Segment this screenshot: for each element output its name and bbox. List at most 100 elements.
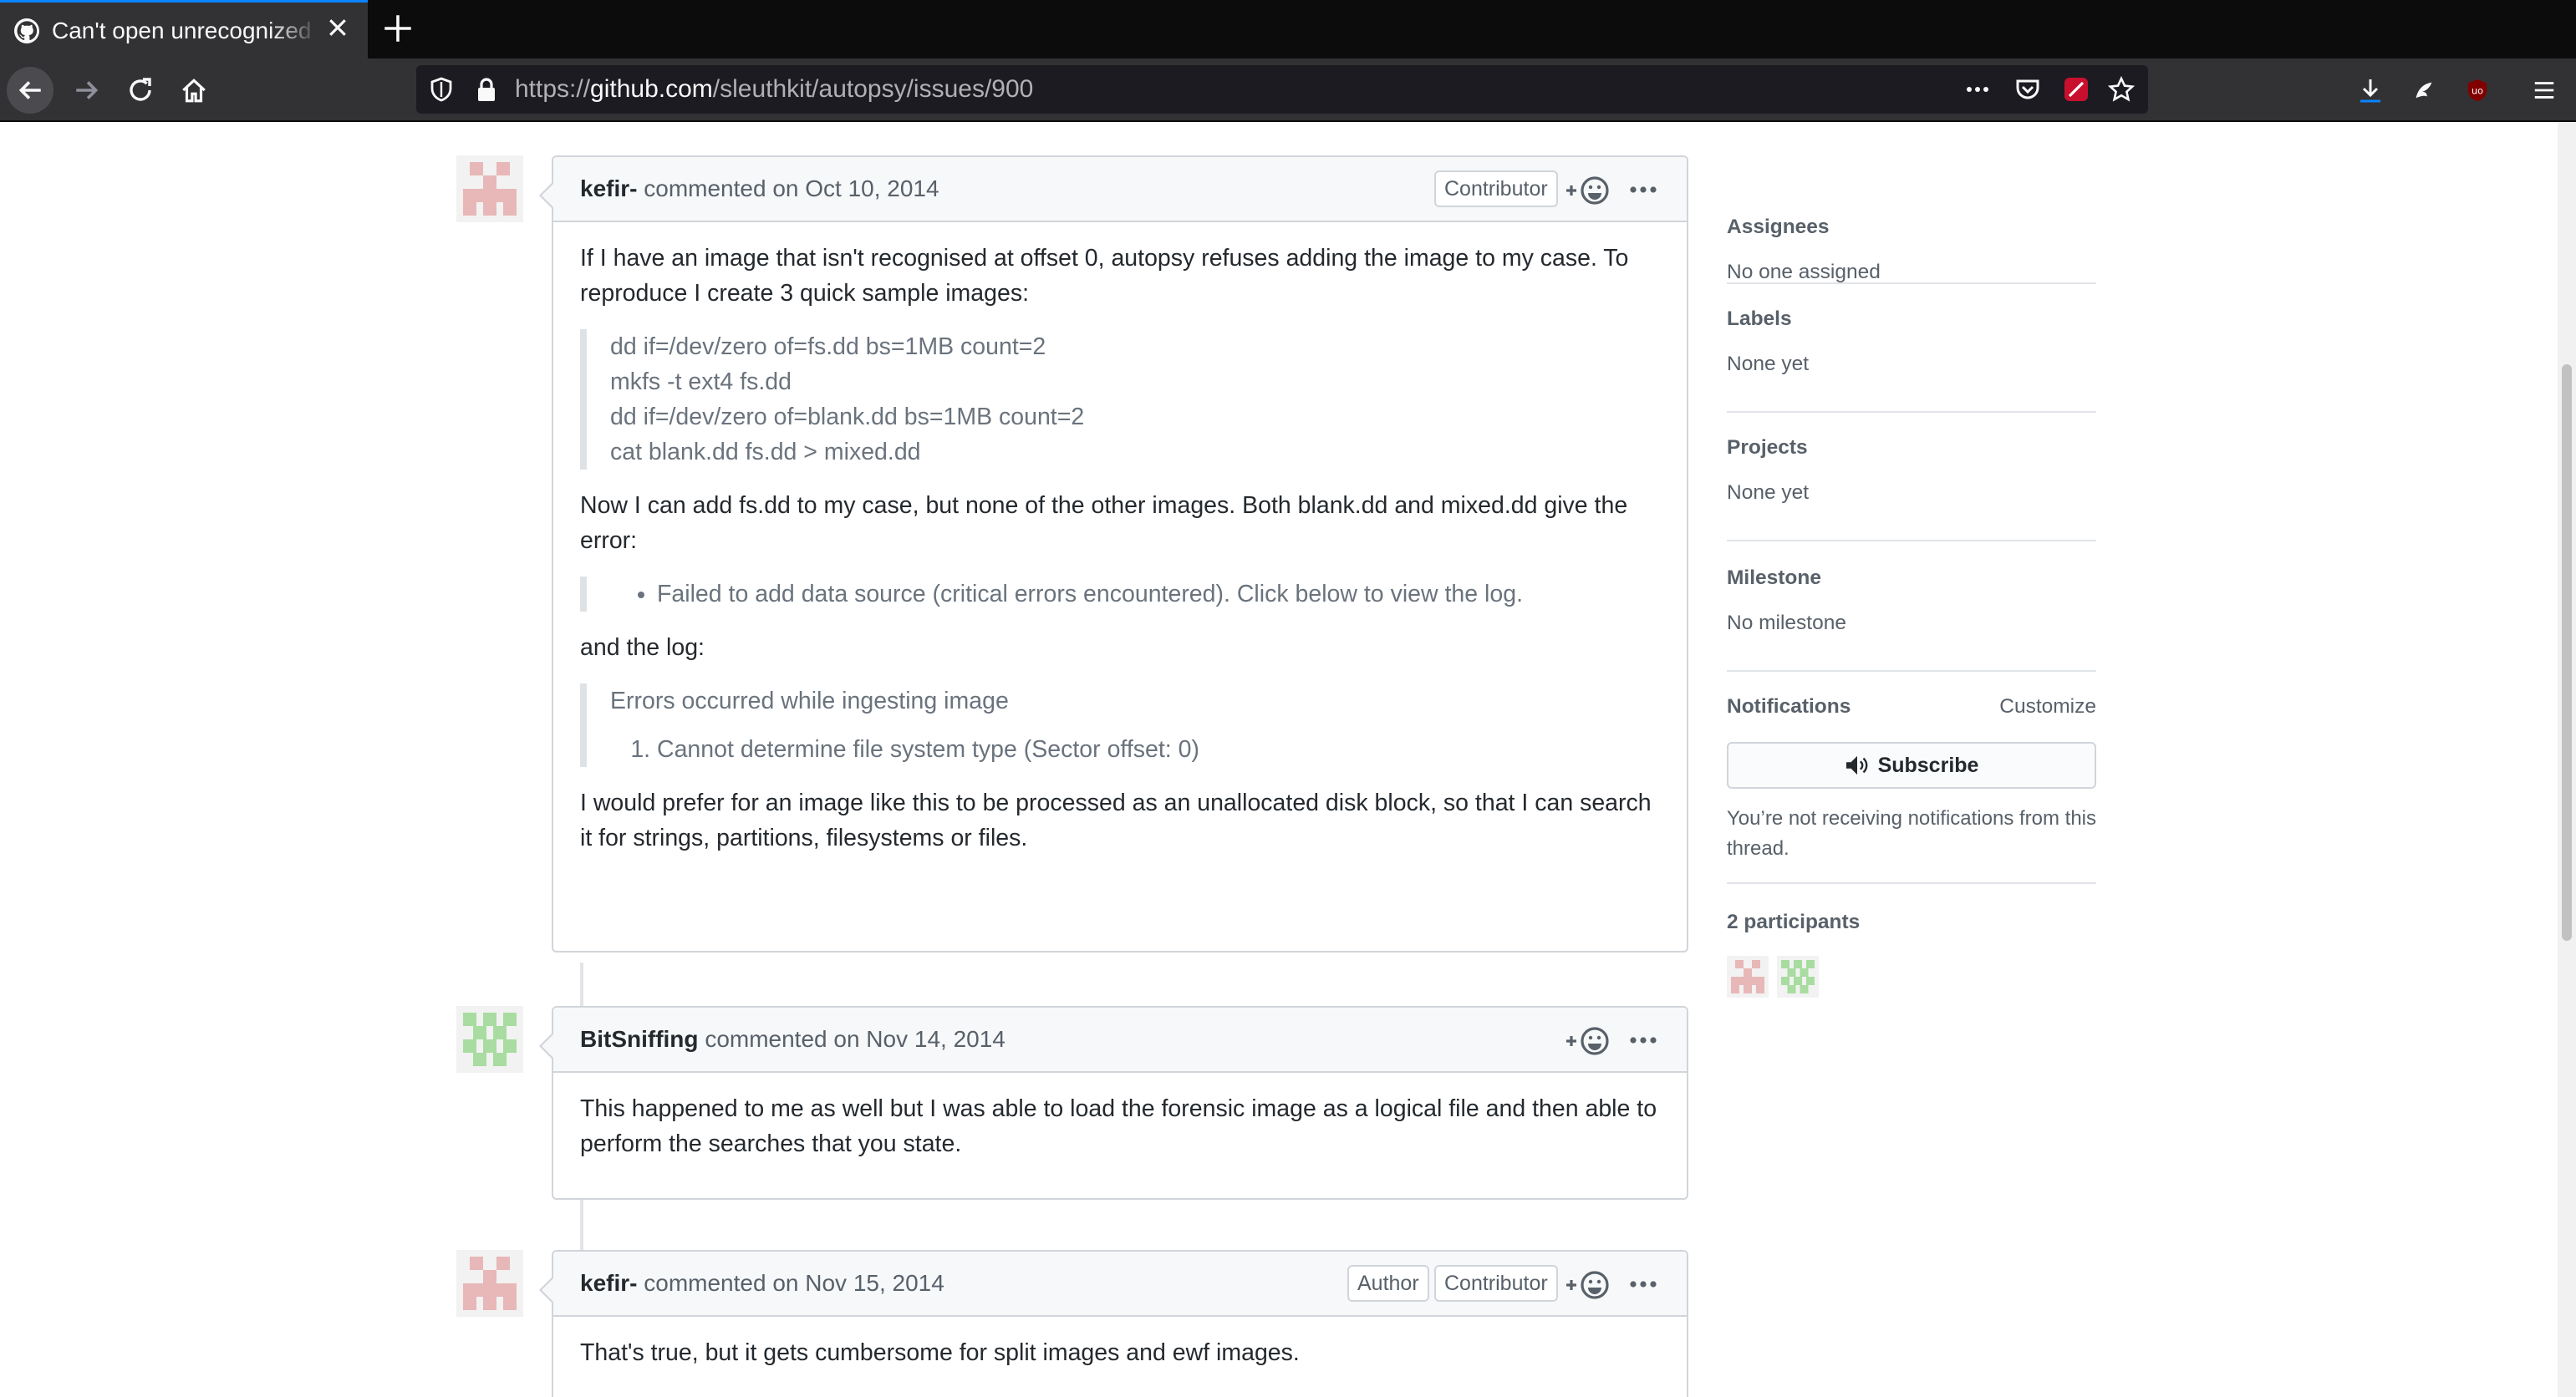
- participant-avatar[interactable]: [1727, 956, 1769, 998]
- avatar[interactable]: [456, 1006, 523, 1073]
- milestone-value: No milestone: [1727, 612, 1846, 634]
- new-tab-icon[interactable]: [383, 13, 413, 43]
- code-line: cat blank.dd fs.dd > mixed.dd: [610, 439, 921, 465]
- comment: kefir- commented on Nov 15, 2014 Author …: [539, 1250, 1688, 1397]
- add-reaction-icon[interactable]: [1565, 1268, 1611, 1302]
- milestone-section: Milestone No milestone: [1727, 540, 2096, 672]
- comment-timestamp[interactable]: commented on Nov 14, 2014: [705, 1026, 1005, 1052]
- reload-icon: [130, 78, 151, 101]
- code-quote: dd if=/dev/zero of=fs.dd bs=1MB count=2 …: [580, 329, 1660, 470]
- log-quote: Errors occurred while ingesting image Ca…: [580, 683, 1660, 767]
- scrollbar-thumb[interactable]: [2562, 364, 2572, 941]
- url-host: github.com: [590, 75, 713, 103]
- comment-body: That's true, but it gets cumbersome for …: [553, 1317, 1687, 1389]
- ublock-button[interactable]: uo: [2454, 67, 2501, 114]
- tab-strip: Can't open unrecognized disk images: [0, 0, 2576, 58]
- projects-value: None yet: [1727, 481, 1810, 504]
- comment-paragraph: and the log:: [580, 634, 705, 661]
- extension-button[interactable]: [2400, 67, 2447, 114]
- subscribe-label: Subscribe: [1877, 753, 1979, 777]
- participants-heading: 2 participants: [1727, 911, 1861, 933]
- comment-author-line: kefir- commented on Oct 10, 2014: [580, 175, 939, 202]
- url-text[interactable]: https://github.com/sleuthkit/autopsy/iss…: [515, 75, 1033, 104]
- author-badge: Author: [1347, 1265, 1429, 1302]
- code-line: mkfs -t ext4 fs.dd: [610, 368, 792, 395]
- comment-timestamp[interactable]: commented on Nov 15, 2014: [644, 1270, 944, 1296]
- browser-tab[interactable]: Can't open unrecognized disk images: [0, 0, 368, 58]
- navigation-toolbar: https://github.com/sleuthkit/autopsy/iss…: [0, 58, 2576, 122]
- subscribe-button[interactable]: Subscribe: [1727, 742, 2096, 789]
- lock-icon[interactable]: [473, 76, 500, 103]
- extension-red-icon[interactable]: [2063, 76, 2090, 103]
- comment-paragraph: If I have an image that isn't recognised…: [580, 245, 1629, 307]
- labels-heading[interactable]: Labels: [1727, 307, 1792, 331]
- contributor-badge: Contributor: [1434, 170, 1558, 207]
- comment-author[interactable]: kefir-: [580, 1270, 637, 1296]
- labels-value: None yet: [1727, 353, 1810, 375]
- avatar[interactable]: [456, 155, 523, 222]
- home-icon: [182, 79, 206, 103]
- tab-title: Can't open unrecognized disk images: [52, 17, 319, 43]
- more-options-icon[interactable]: [1628, 177, 1658, 202]
- comment-author-line: kefir- commented on Nov 15, 2014: [580, 1270, 944, 1297]
- comment-body: This happened to me as well but I was ab…: [553, 1073, 1687, 1180]
- url-path: /sleuthkit/autopsy/issues/900: [712, 75, 1034, 103]
- projects-heading[interactable]: Projects: [1727, 436, 1808, 460]
- comment-paragraph: I would prefer for an image like this to…: [580, 790, 1652, 851]
- ublock-origin-icon: uo: [2467, 79, 2487, 102]
- forward-button[interactable]: [64, 67, 110, 114]
- customize-link[interactable]: Customize: [1999, 695, 2096, 719]
- timeline-connector: [580, 963, 583, 1013]
- participant-avatar[interactable]: [1777, 956, 1819, 998]
- comment-header: kefir- commented on Nov 15, 2014 Author …: [553, 1252, 1687, 1317]
- projects-section: Projects None yet: [1727, 411, 2096, 541]
- avatar[interactable]: [456, 1250, 523, 1317]
- back-button[interactable]: [7, 67, 53, 114]
- comment: kefir- commented on Oct 10, 2014 Contrib…: [539, 155, 1688, 952]
- participants-section: 2 participants: [1727, 882, 2096, 999]
- timeline-connector: [580, 1200, 583, 1250]
- home-button[interactable]: [171, 67, 217, 114]
- close-tab-icon[interactable]: [326, 16, 349, 39]
- hamburger-menu-icon: [2534, 82, 2554, 99]
- page-actions-icon[interactable]: [1964, 76, 1991, 103]
- forward-arrow-icon: [76, 81, 99, 99]
- code-line: dd if=/dev/zero of=fs.dd bs=1MB count=2: [610, 333, 1046, 360]
- downloads-button[interactable]: [2347, 67, 2394, 114]
- log-item: Cannot determine file system type (Secto…: [657, 732, 1660, 767]
- code-line: dd if=/dev/zero of=blank.dd bs=1MB count…: [610, 404, 1085, 430]
- download-icon: [2360, 79, 2380, 103]
- labels-section: Labels None yet: [1727, 282, 2096, 413]
- svg-text:uo: uo: [2472, 86, 2483, 97]
- assignees-divider: [1727, 122, 2096, 284]
- comment-body: If I have an image that isn't recognised…: [553, 222, 1687, 874]
- reload-button[interactable]: [117, 67, 164, 114]
- comment-author-line: BitSniffing commented on Nov 14, 2014: [580, 1026, 1005, 1053]
- comment-header: kefir- commented on Oct 10, 2014 Contrib…: [553, 157, 1687, 222]
- add-reaction-icon[interactable]: [1565, 174, 1611, 207]
- comment-paragraph: This happened to me as well but I was ab…: [580, 1095, 1657, 1157]
- more-options-icon[interactable]: [1628, 1028, 1658, 1053]
- tracking-protection-icon[interactable]: [428, 76, 455, 103]
- page-scrollbar[interactable]: [2558, 122, 2576, 1397]
- address-bar[interactable]: https://github.com/sleuthkit/autopsy/iss…: [416, 65, 2148, 114]
- comment-timestamp[interactable]: commented on Oct 10, 2014: [644, 175, 939, 201]
- notifications-section: Notifications Customize Subscribe You’re…: [1727, 670, 2096, 884]
- menu-button[interactable]: [2521, 67, 2568, 114]
- milestone-heading[interactable]: Milestone: [1727, 566, 1821, 590]
- comment-author[interactable]: kefir-: [580, 175, 637, 201]
- github-icon: [14, 18, 39, 43]
- comment-paragraph: Now I can add fs.dd to my case, but none…: [580, 492, 1628, 554]
- pocket-icon[interactable]: [2014, 76, 2041, 103]
- more-options-icon[interactable]: [1628, 1272, 1658, 1297]
- comment-author[interactable]: BitSniffing: [580, 1026, 699, 1052]
- add-reaction-icon[interactable]: [1565, 1024, 1611, 1058]
- comment-paragraph: That's true, but it gets cumbersome for …: [580, 1339, 1300, 1366]
- error-quote: Failed to add data source (critical erro…: [580, 577, 1660, 612]
- bookmark-star-icon[interactable]: [2108, 76, 2135, 103]
- back-arrow-icon: [18, 81, 41, 99]
- url-prefix: https://: [515, 75, 591, 103]
- speaker-icon: [1845, 755, 1867, 775]
- notifications-heading: Notifications: [1727, 695, 1851, 718]
- contributor-badge: Contributor: [1434, 1265, 1558, 1302]
